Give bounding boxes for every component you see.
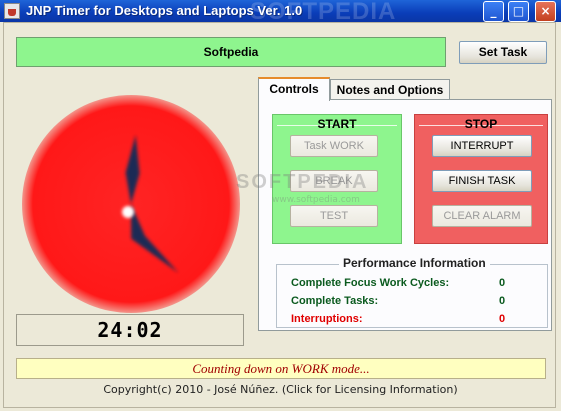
performance-info-group: Performance Information Complete Focus W…	[276, 256, 548, 328]
tab-notes-and-options[interactable]: Notes and Options	[330, 79, 450, 101]
countdown-display: 24:02	[16, 314, 244, 346]
complete-tasks-value: 0	[499, 295, 506, 307]
finish-task-button[interactable]: FINISH TASK	[432, 170, 532, 192]
status-bar: Counting down on WORK mode...	[16, 358, 546, 379]
interruptions-value: 0	[499, 313, 506, 325]
test-button[interactable]: TEST	[290, 205, 378, 227]
center-watermark: SOFTPEDIA	[236, 171, 369, 193]
tab-controls[interactable]: Controls	[258, 77, 330, 101]
stop-panel-title: STOP	[464, 117, 498, 131]
analog-clock	[22, 95, 240, 313]
copyright-link[interactable]: Copyright(c) 2010 - José Núñez. (Click f…	[4, 383, 557, 396]
clock-center	[122, 206, 134, 218]
small-watermark: www.softpedia.com	[272, 195, 360, 205]
task-work-button[interactable]: Task WORK	[290, 135, 378, 157]
set-task-button[interactable]: Set Task	[459, 41, 547, 64]
task-name-banner: Softpedia	[16, 37, 446, 67]
main-content: Softpedia Set Task 24:02 Controls Notes …	[3, 22, 556, 408]
title-bar: JNP Timer for Desktops and Laptops Ver. …	[0, 0, 561, 25]
focus-cycles-value: 0	[499, 277, 506, 289]
maximize-button[interactable]: □	[508, 1, 529, 22]
clear-alarm-button[interactable]: CLEAR ALARM	[432, 205, 532, 227]
interruptions-label: Interruptions:	[291, 313, 363, 325]
stop-panel: STOP INTERRUPT FINISH TASK CLEAR ALARM	[414, 114, 548, 244]
controls-panel: START Task WORK BREAK TEST STOP INTERRUP…	[258, 99, 552, 331]
performance-title: Performance Information	[339, 256, 490, 270]
interrupt-button[interactable]: INTERRUPT	[432, 135, 532, 157]
complete-tasks-label: Complete Tasks:	[291, 295, 379, 307]
start-panel-title: START	[317, 117, 357, 131]
minimize-button[interactable]: _	[483, 1, 504, 22]
java-app-icon	[4, 3, 20, 19]
focus-cycles-label: Complete Focus Work Cycles:	[291, 277, 450, 289]
close-button[interactable]: ×	[535, 1, 556, 22]
